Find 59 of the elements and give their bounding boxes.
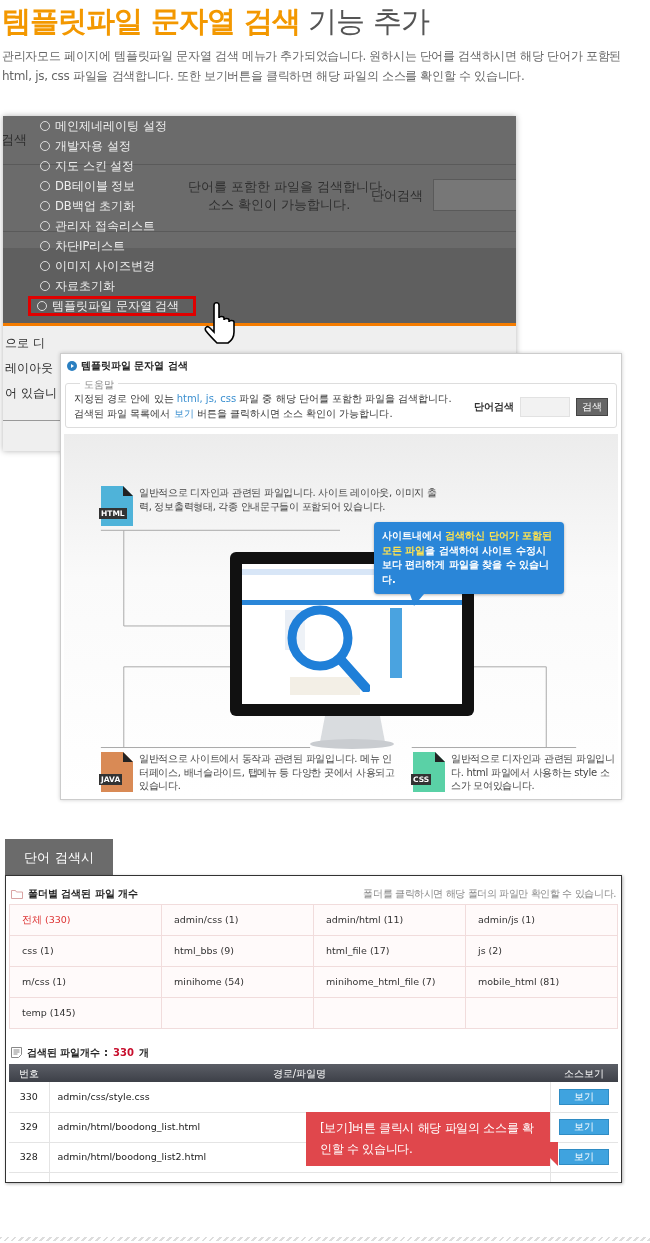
- folder-link[interactable]: admin/html (11): [314, 905, 466, 937]
- callout-text: 사이트내에서 검색하신 단어가 포함된 모든 파일을 검색하여 사이트 수정시 보다 편리하게 파일을 찾을 수 있습니다.: [374, 522, 564, 595]
- result-count: 330: [112, 1046, 134, 1061]
- folder-link[interactable]: mobile_html (81): [466, 967, 618, 999]
- section-tab[interactable]: 단어 검색시: [5, 839, 113, 876]
- column-header: 번호: [9, 1064, 49, 1083]
- table-cell: 330: [9, 1082, 49, 1113]
- table-cell: 329: [9, 1112, 49, 1143]
- folder-link[interactable]: html_file (17): [314, 936, 466, 968]
- file-description: 일반적으로 디자인과 관련된 파일입니다. 사이트 레이아웃, 이미지 출력, 정보출력형태, 각종 안내문구들이 포함되어 있습니다.: [139, 486, 438, 514]
- folder-link[interactable]: minihome_html_file (7): [314, 967, 466, 999]
- search-button[interactable]: 검색: [576, 397, 608, 416]
- folder-icon: [11, 888, 23, 899]
- body-text: 레이아웃: [5, 360, 53, 378]
- search-label: 단어검색: [474, 400, 514, 415]
- help-text: 소스 확인이 가능합니다.: [208, 196, 351, 215]
- info-icon: [67, 360, 77, 371]
- magnifier-icon: [286, 604, 370, 693]
- menu-item[interactable]: 자료초기화: [33, 276, 197, 297]
- result-label: 검색된 파일개수 :: [27, 1046, 108, 1061]
- menu-item[interactable]: 이미지 사이즈변경: [33, 256, 197, 277]
- folder-link[interactable]: m/css (1): [10, 967, 162, 999]
- intro-text: 관리자모드 페이지에 템플릿파일 문자열 검색 메뉴가 추가되었습니다. 원하시는 단어를 검색하시면 해당 단어가 포함된 html, js, css 파일을 검색합니다. 또한 보기버튼을 클릭하면 해당 파일의 소스를 확인할 수 있습니다.: [1, 47, 622, 85]
- tooltip-text: [보기]버튼 클릭시 해당 파일의 소스를 확인할 수 있습니다.: [306, 1112, 550, 1167]
- folder-link[interactable]: html_bbs (9): [162, 936, 314, 968]
- count-unit: 개: [138, 1046, 149, 1061]
- menu-item[interactable]: 지도 스킨 설정: [33, 156, 197, 177]
- help-text: 지정된 경로 안에 있는 html, js, css 파일 중 해당 단어를 포함한 파일을 검색합니다. 검색된 파일 목록에서 보기 버튼을 클릭하시면 소스 확인이 가능합니다.: [74, 392, 453, 421]
- menu-item[interactable]: 템플릿파일 문자열 검색: [28, 296, 197, 317]
- column-header: 소스보기: [550, 1064, 618, 1083]
- page-title: 템플릿파일 문자열 검색: [2, 4, 301, 38]
- callout-tail-icon: [410, 594, 424, 607]
- folder-link[interactable]: admin/js (1): [466, 905, 618, 937]
- file-description: 일반적으로 사이트에서 동작과 관련된 파일입니다. 메뉴 인터페이스, 배너슬라이드, 탭메뉴 등 다양한 곳에서 사용되고 있습니다.: [139, 752, 396, 793]
- hint-text: 폴더를 클릭하시면 해당 폴더의 파일만 확인할 수 있습니다.: [363, 887, 616, 902]
- help-legend: 도움말: [80, 377, 118, 393]
- body-text: 으로 디: [5, 335, 45, 353]
- column-header: 경로/파일명: [49, 1064, 550, 1083]
- folder-link[interactable]: 전체 (330): [10, 905, 162, 937]
- folder-link[interactable]: minihome (54): [162, 967, 314, 999]
- search-field[interactable]: [433, 179, 516, 212]
- menu-item[interactable]: 개발자용 설정: [33, 136, 197, 157]
- folder-link[interactable]: css (1): [10, 936, 162, 968]
- file-description: 일반적으로 디자인과 관련된 파일입니다. html 파일에서 사용하는 style 소스가 모여있습니다.: [451, 752, 616, 793]
- menu-item[interactable]: 차단IP리스트: [33, 236, 197, 257]
- menu-item[interactable]: DB백업 초기화: [33, 196, 197, 217]
- menu-item[interactable]: 관리자 접속리스트: [33, 216, 197, 237]
- document-icon: [11, 1047, 22, 1059]
- folder-link[interactable]: js (2): [466, 936, 618, 968]
- menu-item[interactable]: DB테이블 정보: [33, 176, 197, 197]
- folder-link[interactable]: temp (145): [10, 998, 162, 1030]
- table-cell: 328: [9, 1142, 49, 1173]
- body-text: 어 있습니: [5, 385, 57, 403]
- window-title: 템플릿파일 문자열 검색: [81, 359, 188, 374]
- section-title: 폴더별 검색된 파일 개수: [28, 887, 139, 902]
- page-title-suffix: 기능 추가: [308, 4, 429, 38]
- hand-cursor-icon: [203, 302, 237, 347]
- menu-item[interactable]: 메인제네레이팅 설정: [33, 116, 197, 137]
- folder-link[interactable]: admin/css (1): [162, 905, 314, 937]
